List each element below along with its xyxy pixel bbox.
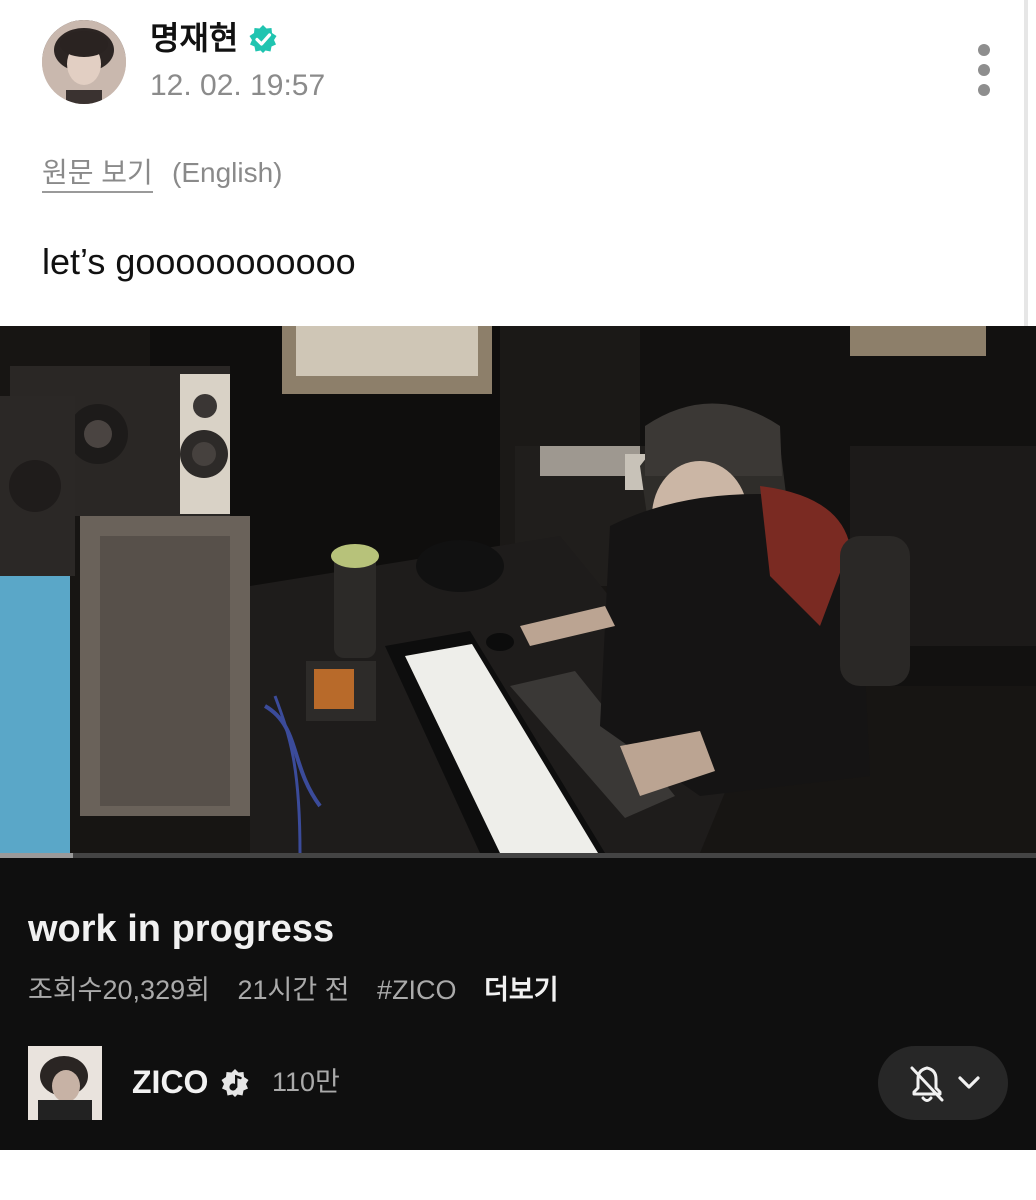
channel-avatar-image	[28, 1046, 102, 1124]
verified-badge-icon	[249, 25, 277, 53]
original-language-label: (English)	[172, 157, 283, 188]
subscriber-count: 110만	[272, 1067, 340, 1097]
hashtag-link[interactable]: #ZICO	[377, 975, 457, 1005]
music-note-badge-icon	[221, 1069, 249, 1097]
upload-age: 21시간 전	[237, 975, 350, 1005]
scrollbar-track	[1024, 0, 1028, 326]
post-header: 명재현 12. 02. 19:57	[0, 0, 1036, 130]
studio-scene-image	[0, 326, 1036, 853]
post-body-text: let’s gooooooooooo	[42, 241, 356, 282]
channel-avatar[interactable]	[28, 1046, 102, 1124]
bell-off-icon	[910, 1066, 944, 1102]
channel-row: ZICO 110만	[0, 1042, 1036, 1126]
video-meta: 조회수20,329회 21시간 전 #ZICO 더보기	[28, 970, 579, 1010]
chevron-down-icon	[958, 1076, 980, 1089]
video-thumbnail[interactable]	[0, 326, 1036, 853]
notifications-button[interactable]	[878, 1046, 1008, 1120]
author-avatar[interactable]	[42, 20, 126, 104]
more-button[interactable]: 더보기	[484, 975, 559, 1005]
view-original-link[interactable]: 원문 보기	[42, 155, 153, 193]
post-timestamp: 12. 02. 19:57	[150, 69, 326, 102]
more-options-button[interactable]	[966, 40, 1002, 100]
video-card[interactable]: work in progress 조회수20,329회 21시간 전 #ZICO…	[0, 326, 1036, 1150]
notification-controls	[910, 1066, 980, 1102]
more-vertical-icon-dot	[978, 84, 990, 96]
more-vertical-icon-dot	[978, 64, 990, 76]
video-title[interactable]: work in progress	[28, 906, 334, 952]
channel-name[interactable]: ZICO	[132, 1062, 208, 1102]
view-count: 조회수20,329회	[28, 975, 210, 1005]
author-name[interactable]: 명재현	[150, 18, 238, 58]
more-vertical-icon-dot	[978, 44, 990, 56]
video-progress-fill	[0, 853, 73, 858]
author-avatar-image	[42, 20, 126, 104]
page-footer-space	[0, 1150, 1036, 1200]
video-progress-bar[interactable]	[0, 853, 1036, 858]
